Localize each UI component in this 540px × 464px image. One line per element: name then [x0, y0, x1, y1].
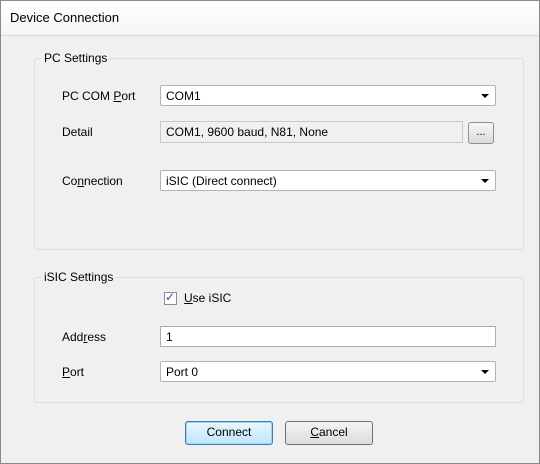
detail-value: COM1, 9600 baud, N81, None [166, 125, 329, 139]
pc-com-port-label-prefix: PC COM [62, 89, 114, 103]
connection-label-prefix: Co [62, 174, 78, 188]
use-isic-label-suffix: se iSIC [192, 291, 232, 305]
cancel-button-label: Cancel [310, 422, 347, 443]
port-label-suffix: ort [70, 365, 85, 379]
address-label: Address [62, 330, 106, 344]
connect-button-label: Connect [206, 425, 252, 439]
device-connection-dialog: Device Connection PC Settings PC COM Por… [0, 0, 540, 464]
address-input[interactable]: 1 [160, 326, 496, 347]
pc-com-port-select[interactable]: COM1 [160, 85, 496, 106]
chevron-down-icon [481, 370, 489, 374]
isic-settings-label: iSIC Settings [41, 270, 117, 284]
connection-label-suffix: nection [84, 174, 123, 188]
chevron-down-icon [481, 179, 489, 183]
detail-field: COM1, 9600 baud, N81, None [160, 121, 463, 143]
address-label-prefix: Add [62, 330, 84, 344]
detail-browse-button[interactable]: ... [468, 122, 494, 144]
pc-com-port-label-suffix: ort [121, 89, 136, 103]
use-isic-checkbox[interactable]: ✓ [164, 290, 177, 305]
chevron-down-icon [481, 94, 489, 98]
connection-label: Connection [62, 174, 123, 188]
checkmark-icon: ✓ [165, 290, 176, 304]
port-label: Port [62, 365, 84, 379]
port-value: Port 0 [166, 365, 199, 379]
cancel-button-label-accel: C [310, 425, 319, 439]
address-value: 1 [166, 330, 173, 344]
connect-button[interactable]: Connect [185, 421, 273, 445]
port-select[interactable]: Port 0 [160, 361, 496, 382]
use-isic-label[interactable]: Use iSIC [184, 291, 231, 305]
detail-label: Detail [62, 125, 93, 139]
pc-com-port-label: PC COM Port [62, 89, 135, 103]
connection-select[interactable]: iSIC (Direct connect) [160, 170, 496, 191]
cancel-button-label-suffix: ancel [318, 425, 348, 439]
pc-com-port-value: COM1 [166, 89, 201, 103]
window-title: Device Connection [10, 10, 120, 25]
port-label-accel: P [62, 365, 71, 379]
use-isic-label-accel: U [184, 291, 193, 305]
cancel-button[interactable]: Cancel [285, 421, 373, 445]
address-label-suffix: ess [87, 330, 107, 344]
title-bar: Device Connection [1, 1, 539, 36]
connection-value: iSIC (Direct connect) [166, 174, 277, 188]
pc-settings-label: PC Settings [41, 51, 111, 65]
